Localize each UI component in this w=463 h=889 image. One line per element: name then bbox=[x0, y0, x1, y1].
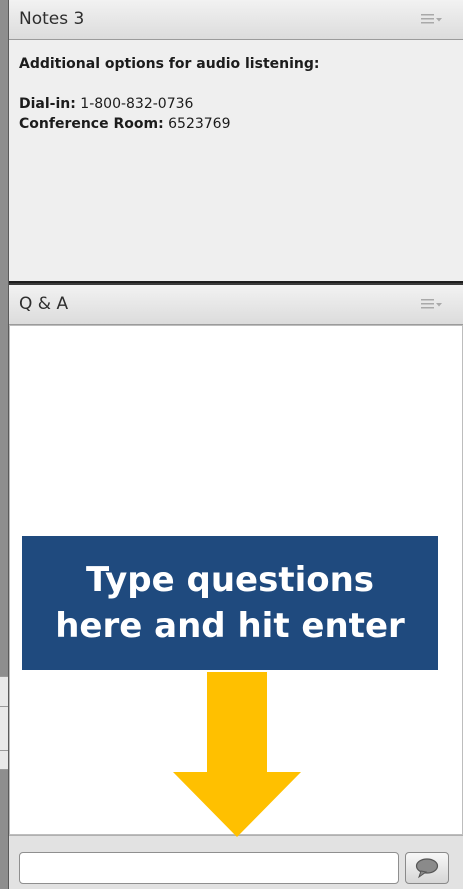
dialin-label: Dial-in: bbox=[19, 96, 76, 112]
notes-heading: Additional options for audio listening: bbox=[19, 56, 320, 72]
callout-line-1: Type questions bbox=[85, 560, 375, 600]
qa-pod-header: Q & A bbox=[9, 285, 463, 325]
question-input[interactable] bbox=[19, 852, 399, 884]
pod-menu-icon[interactable] bbox=[421, 13, 443, 27]
pod-menu-icon[interactable] bbox=[421, 298, 443, 312]
send-question-button[interactable] bbox=[405, 852, 449, 884]
speech-bubble-icon bbox=[415, 858, 439, 879]
conference-label: Conference Room: bbox=[19, 116, 164, 132]
down-arrow-icon bbox=[173, 672, 301, 837]
notes-pod-title: Notes 3 bbox=[19, 9, 85, 29]
dialin-value: 1-800-832-0736 bbox=[80, 96, 194, 112]
instruction-callout: Type questions here and hit enter bbox=[22, 536, 438, 670]
conference-value: 6523769 bbox=[168, 116, 231, 132]
app-frame: Notes 3 Additional options for audio lis… bbox=[0, 0, 463, 889]
notes-pod-header: Notes 3 bbox=[9, 0, 463, 40]
conference-line: Conference Room: 6523769 bbox=[19, 114, 453, 134]
adjacent-pod-notch bbox=[0, 676, 8, 708]
qa-pod-title: Q & A bbox=[19, 294, 69, 314]
adjacent-pod-notch bbox=[0, 706, 8, 752]
qa-compose-bar bbox=[9, 835, 463, 889]
notes-pod: Notes 3 Additional options for audio lis… bbox=[9, 0, 463, 283]
adjacent-pod-notch bbox=[0, 750, 8, 770]
callout-line-2: here and hit enter bbox=[55, 606, 405, 646]
adjacent-pod-edge bbox=[0, 0, 9, 889]
dialin-line: Dial-in: 1-800-832-0736 bbox=[19, 94, 453, 114]
notes-content: Additional options for audio listening: … bbox=[9, 40, 463, 281]
